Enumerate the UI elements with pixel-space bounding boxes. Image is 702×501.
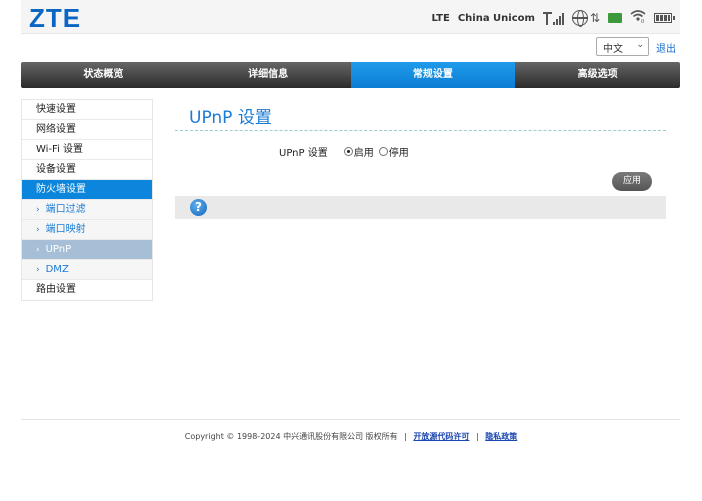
- tab-details[interactable]: 详细信息: [186, 62, 351, 88]
- apply-button[interactable]: 应用: [612, 172, 652, 191]
- upnp-disable-label[interactable]: 停用: [389, 144, 409, 159]
- tab-general-settings[interactable]: 常规设置: [350, 62, 516, 88]
- language-select[interactable]: 中文 ⌄: [596, 37, 649, 56]
- page-title: UPnP 设置: [189, 108, 272, 128]
- sidebar-item-quick-setup[interactable]: 快速设置: [22, 100, 152, 120]
- sidebar-item-device[interactable]: 设备设置: [22, 160, 152, 180]
- sms-icon[interactable]: [608, 13, 622, 23]
- sidebar-subitem-port-filter[interactable]: › 端口过滤: [22, 200, 152, 220]
- sidebar-subitem-port-mapping[interactable]: › 端口映射: [22, 220, 152, 240]
- upnp-enable-radio[interactable]: [343, 147, 353, 156]
- open-source-license-link[interactable]: 开放源代码许可: [413, 432, 469, 441]
- sidebar-subitem-dmz[interactable]: › DMZ: [22, 260, 152, 280]
- chevron-right-icon: ›: [36, 205, 40, 215]
- title-divider: [175, 130, 666, 131]
- tab-advanced-options[interactable]: 高级选项: [515, 62, 680, 88]
- upnp-setting-row: UPnP 设置 启用 停用: [279, 144, 414, 159]
- carrier-name: China Unicom: [457, 12, 535, 24]
- footer-separator: |: [404, 432, 407, 441]
- network-type: LTE: [431, 12, 450, 24]
- data-arrows-icon: ⇅: [589, 11, 600, 25]
- help-icon[interactable]: ?: [190, 199, 207, 216]
- tab-status-overview[interactable]: 状态概览: [21, 62, 186, 88]
- globe-icon: [571, 10, 588, 27]
- main-nav: 状态概览 详细信息 常规设置 高级选项: [21, 62, 680, 88]
- zte-logo: ZTE: [29, 3, 82, 33]
- upnp-disable-radio[interactable]: [378, 147, 388, 156]
- sidebar-subitem-upnp[interactable]: › UPnP: [22, 240, 152, 260]
- chevron-right-icon: ›: [36, 225, 40, 235]
- sidebar-subitem-label: DMZ: [45, 264, 69, 275]
- sidebar-subitem-label: 端口映射: [45, 224, 86, 235]
- chevron-right-icon: ›: [36, 265, 40, 275]
- sidebar-item-wifi[interactable]: Wi-Fi 设置: [22, 140, 152, 160]
- footer-separator: |: [475, 432, 479, 441]
- privacy-policy-link[interactable]: 隐私政策: [485, 432, 517, 441]
- footer-divider: [21, 419, 680, 420]
- sidebar-subitem-label: 端口过滤: [45, 204, 86, 215]
- help-bar: ?: [175, 196, 666, 219]
- signal-icon: [542, 11, 564, 25]
- sidebar-subitem-label: UPnP: [45, 244, 72, 255]
- wifi-client-count: 0: [641, 19, 644, 23]
- wifi-icon: 0: [630, 9, 646, 27]
- upnp-setting-label: UPnP 设置: [279, 148, 328, 159]
- chevron-down-icon: ⌄: [636, 40, 644, 50]
- logout-link[interactable]: 退出: [656, 40, 676, 55]
- footer: Copyright © 1998-2024 中兴通讯股份有限公司 版权所有 | …: [0, 431, 702, 442]
- sidebar: 快速设置 网络设置 Wi-Fi 设置 设备设置 防火墙设置 › 端口过滤 › 端口映…: [21, 99, 153, 301]
- chevron-right-icon: ›: [36, 245, 40, 255]
- language-selected: 中文: [603, 44, 623, 55]
- copyright-text: Copyright © 1998-2024 中兴通讯股份有限公司 版权所有: [184, 432, 398, 441]
- sidebar-item-network[interactable]: 网络设置: [22, 120, 152, 140]
- upnp-enable-label[interactable]: 启用: [354, 144, 374, 159]
- sidebar-item-routing[interactable]: 路由设置: [22, 280, 152, 300]
- status-area: LTE China Unicom ⇅ 0: [431, 9, 675, 27]
- sidebar-item-firewall[interactable]: 防火墙设置: [22, 180, 152, 200]
- header-bar: ZTE LTE China Unicom ⇅ 0: [21, 0, 680, 34]
- battery-icon: [654, 13, 675, 23]
